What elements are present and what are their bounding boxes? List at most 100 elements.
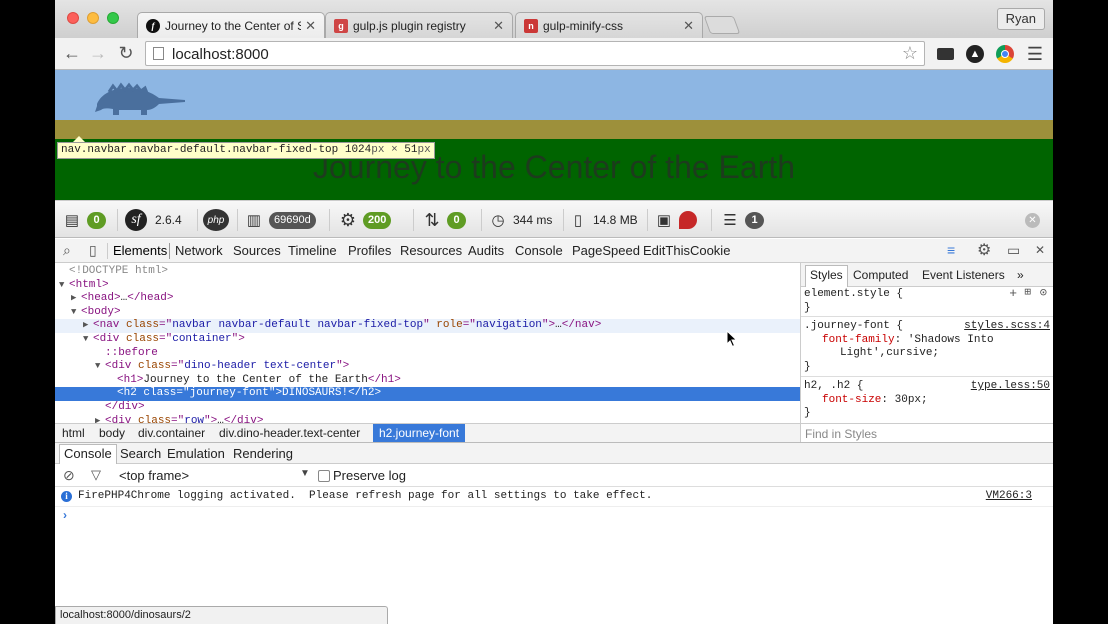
collapse-triangle-icon[interactable]: ▼	[95, 360, 105, 374]
settings-gear-icon[interactable]: ⚙	[977, 240, 991, 260]
bookmark-star-icon[interactable]: ☆	[902, 43, 918, 64]
find-in-styles-input[interactable]: Find in Styles	[801, 423, 1053, 442]
crumb-div-container[interactable]: div.container	[138, 426, 205, 440]
tab-elements[interactable]: Elements	[113, 243, 167, 258]
zoom-window-button[interactable]	[107, 12, 119, 24]
tab-styles[interactable]: Styles	[805, 265, 848, 287]
tab-console[interactable]: Console	[515, 243, 563, 258]
console-source-link[interactable]: VM266:3	[986, 490, 1032, 502]
reload-icon[interactable]: ↻	[115, 42, 137, 64]
dom-tree-node[interactable]: ::before	[55, 347, 800, 361]
dom-tree-node[interactable]: </div>	[55, 401, 800, 415]
debug-close[interactable]: ✕	[1025, 209, 1040, 231]
crumb-div-dino-header[interactable]: div.dino-header.text-center	[219, 426, 360, 440]
back-arrow-icon[interactable]: ←	[61, 42, 83, 64]
toggle-state-icon[interactable]: ⊞	[1024, 287, 1031, 301]
forward-arrow-icon[interactable]: →	[87, 42, 109, 64]
tab-sources[interactable]: Sources	[233, 243, 281, 258]
preserve-log-checkbox[interactable]	[318, 470, 330, 482]
tab-gulp-minify-css[interactable]: n gulp-minify-css ✕	[515, 12, 703, 38]
collapse-triangle-icon[interactable]: ▼	[59, 279, 69, 293]
close-icon[interactable]: ✕	[1025, 212, 1040, 228]
dom-tree-node[interactable]: ▼ <html>	[55, 279, 800, 293]
drawer-tab-console[interactable]: Console	[59, 444, 117, 465]
debug-events[interactable]: ⇅ 0	[421, 209, 466, 231]
debug-memory[interactable]: ▯ 14.8 MB	[567, 209, 638, 231]
tab-close-icon[interactable]: ✕	[683, 18, 694, 34]
dom-tree-node[interactable]: ▼ <div class="container">	[55, 333, 800, 347]
animations-icon[interactable]: ⊙	[1040, 286, 1047, 301]
tab-timeline[interactable]: Timeline	[288, 243, 337, 258]
rule-value[interactable]: 'Shadows Into	[908, 334, 994, 346]
debug-token[interactable]: ▥ 69690d	[243, 209, 316, 231]
debug-list[interactable]: ☰ 1	[719, 209, 764, 231]
tab-resources[interactable]: Resources	[400, 243, 462, 258]
more-tabs-chevron-icon[interactable]: »	[1017, 268, 1024, 282]
expand-triangle-icon[interactable]: ▶	[95, 415, 105, 423]
tab-network[interactable]: Network	[175, 243, 223, 258]
rule-property[interactable]: font-family	[822, 334, 895, 346]
dom-tree-node[interactable]: <h1>Journey to the Center of the Earth</…	[55, 374, 800, 388]
style-rule-h2[interactable]: h2, .h2 { type.less:50 font-size: 30px; …	[801, 379, 1053, 423]
collapse-triangle-icon[interactable]: ▼	[71, 306, 81, 320]
tab-pagespeed[interactable]: PageSpeed	[572, 243, 640, 258]
profile-button[interactable]: Ryan	[996, 8, 1045, 30]
expand-triangle-icon[interactable]: ▶	[71, 292, 81, 306]
search-icon[interactable]: ⌕	[63, 242, 71, 259]
tab-computed[interactable]: Computed	[853, 268, 908, 282]
dom-tree-node[interactable]: ▼ <body>	[55, 306, 800, 320]
style-rule-journey-font[interactable]: .journey-font { styles.scss:4 font-famil…	[801, 319, 1053, 377]
drawer-tab-rendering[interactable]: Rendering	[233, 446, 293, 461]
dom-tree-node[interactable]: ▶ <div class="row">…</div>	[55, 415, 800, 423]
frame-select[interactable]: <top frame>	[119, 468, 189, 483]
clear-console-icon[interactable]: ⊘	[63, 467, 75, 484]
tab-editthiscookie[interactable]: EditThisCookie	[643, 243, 730, 258]
console-prompt[interactable]: ›	[63, 508, 67, 522]
rule-property[interactable]: font-size	[822, 394, 881, 406]
dom-tree-node[interactable]: <h2 class="journey-font">DINOSAURS!</h2>	[55, 387, 800, 401]
expand-triangle-icon[interactable]: ▶	[83, 319, 93, 333]
device-mode-icon[interactable]: ▯	[89, 242, 97, 259]
tab-close-icon[interactable]: ✕	[305, 18, 316, 34]
dom-tree-node[interactable]: ▶ <head>…</head>	[55, 292, 800, 306]
close-devtools-icon[interactable]: ✕	[1035, 243, 1045, 257]
minimize-window-button[interactable]	[87, 12, 99, 24]
filter-icon[interactable]: ▽	[91, 467, 101, 483]
chrome-extension-icon[interactable]	[995, 44, 1015, 64]
tab-close-icon[interactable]: ✕	[493, 18, 504, 34]
flame-extension-icon[interactable]: ▲	[965, 44, 985, 64]
rule-source-link[interactable]: styles.scss:4	[964, 320, 1050, 334]
debug-time[interactable]: ◷ 344 ms	[487, 209, 552, 231]
new-rule-icon[interactable]: +	[1009, 287, 1017, 301]
dom-tree-node[interactable]: ▼ <div class="dino-header text-center">	[55, 360, 800, 374]
drawer-tab-emulation[interactable]: Emulation	[167, 446, 225, 461]
debug-security[interactable]: ▣	[653, 209, 697, 231]
new-tab-button[interactable]	[703, 16, 741, 34]
debug-symfony[interactable]: sf 2.6.4	[125, 209, 182, 231]
tab-profiles[interactable]: Profiles	[348, 243, 391, 258]
debug-php[interactable]: php	[203, 209, 229, 231]
dock-side-icon[interactable]: ▭	[1007, 242, 1020, 259]
terminal-extension-icon[interactable]	[935, 44, 955, 64]
rule-source-link[interactable]: type.less:50	[971, 380, 1050, 394]
tab-journey[interactable]: f Journey to the Center of Sy ✕	[137, 12, 325, 38]
elements-tree[interactable]: <!DOCTYPE html> ▼ <html> ▶ <head>…</head> ▼ <b…	[55, 263, 801, 423]
crumb-h2-journey-font[interactable]: h2.journey-font	[373, 424, 466, 443]
debug-requests[interactable]: ▤ 0	[61, 209, 106, 231]
crumb-html[interactable]: html	[62, 426, 85, 440]
show-drawer-icon[interactable]: ≡	[947, 242, 955, 258]
crumb-body[interactable]: body	[99, 426, 125, 440]
collapse-triangle-icon[interactable]: ▼	[83, 333, 93, 347]
drawer-tab-search[interactable]: Search	[120, 446, 161, 461]
debug-config[interactable]: ⚙ 200	[337, 209, 392, 231]
dom-tree-node[interactable]: <!DOCTYPE html>	[55, 265, 800, 279]
close-window-button[interactable]	[67, 12, 79, 24]
menu-icon[interactable]: ☰	[1025, 44, 1045, 64]
tab-event-listeners[interactable]: Event Listeners	[922, 268, 1005, 282]
style-rule-element[interactable]: element.style { } + ⊞ ⊙	[801, 286, 1053, 317]
rule-value[interactable]: 30px;	[895, 394, 928, 406]
address-bar[interactable]: localhost:8000 ☆	[145, 41, 925, 66]
dom-tree-node[interactable]: ▶ <nav class="navbar navbar-default navba…	[55, 319, 800, 333]
tab-audits[interactable]: Audits	[468, 243, 504, 258]
tab-gulp-registry[interactable]: g gulp.js plugin registry ✕	[325, 12, 513, 38]
